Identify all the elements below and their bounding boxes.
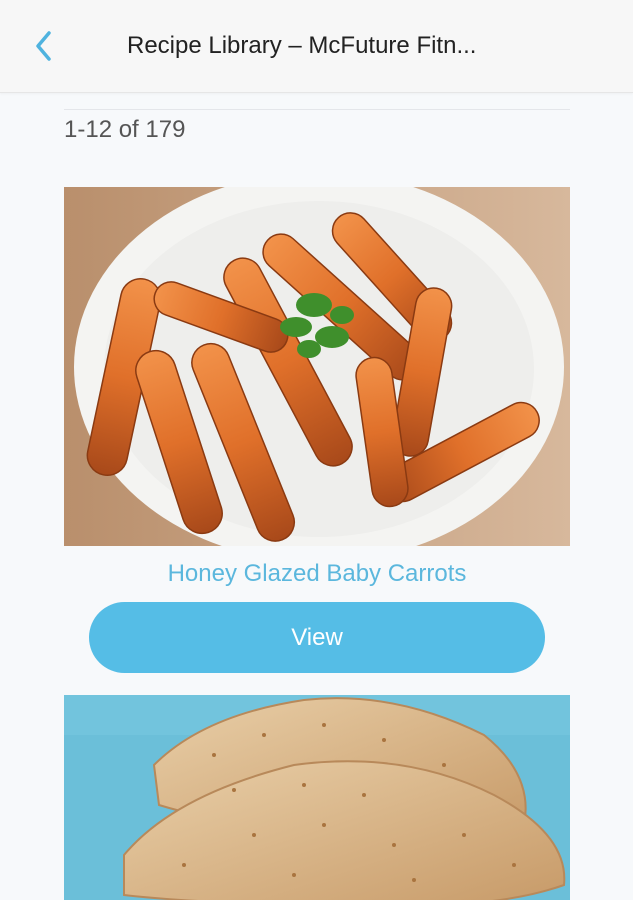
app-bar: Recipe Library – McFuture Fitn...: [0, 0, 633, 93]
recipe-image-carrots[interactable]: [64, 187, 570, 546]
view-recipe-button[interactable]: View: [89, 602, 545, 673]
back-button[interactable]: [24, 26, 64, 66]
divider: [64, 109, 570, 110]
recipe-title-link[interactable]: Honey Glazed Baby Carrots: [64, 558, 570, 590]
chevron-left-icon: [36, 31, 51, 61]
page-title: Recipe Library – McFuture Fitn...: [127, 32, 477, 59]
recipe-image-chicken[interactable]: [64, 695, 570, 900]
results-count: 1-12 of 179: [64, 116, 186, 143]
